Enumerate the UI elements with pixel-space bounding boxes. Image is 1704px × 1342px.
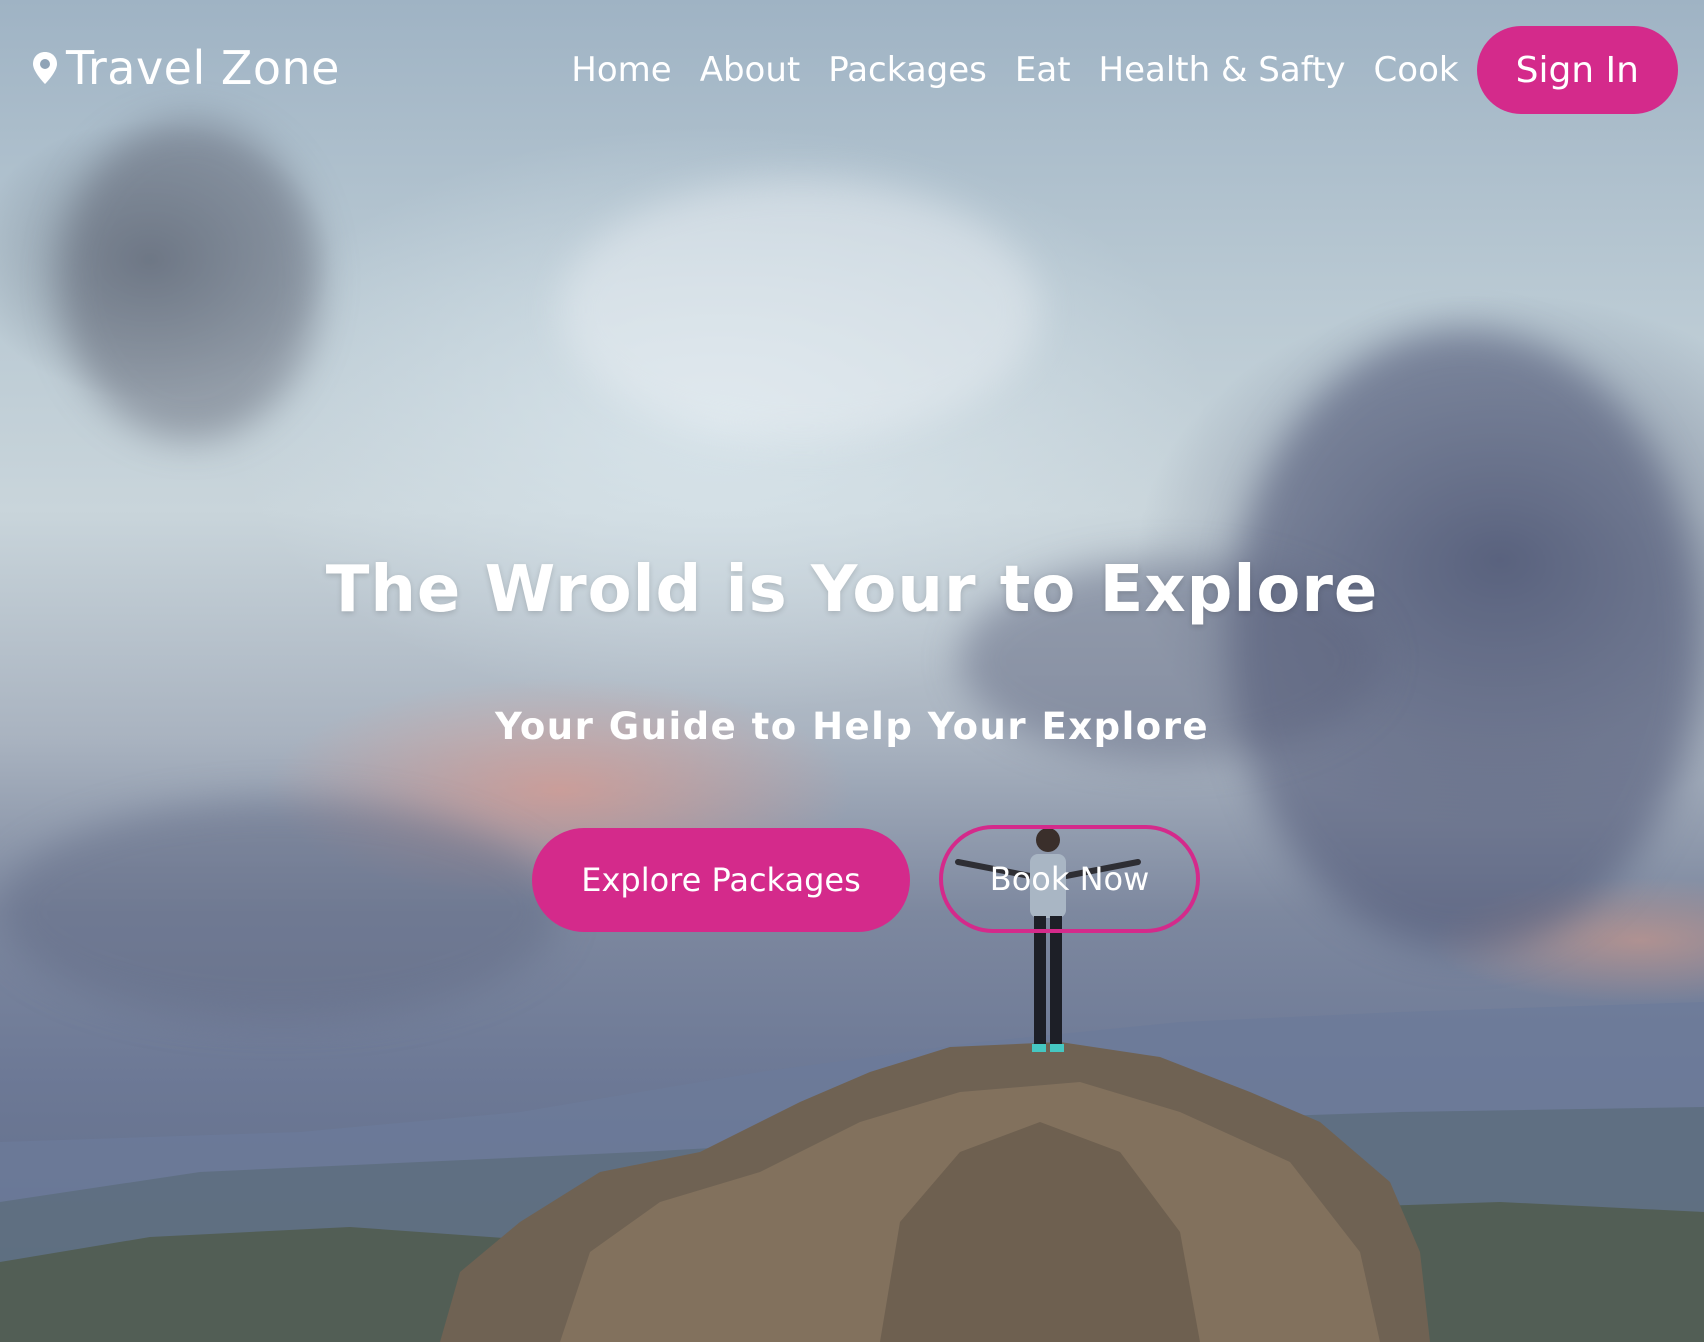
background-cloud [60, 120, 320, 440]
map-pin-icon [33, 52, 57, 84]
background-cloud [560, 180, 1040, 440]
nav-item-about[interactable]: About [700, 50, 801, 90]
hero-section: Travel Zone Home About Packages Eat Heal… [0, 0, 1704, 1342]
nav-item-packages[interactable]: Packages [828, 50, 987, 90]
nav-links: Home About Packages Eat Health & Safty C… [571, 26, 1678, 114]
nav-item-cook[interactable]: Cook [1374, 50, 1459, 90]
nav-item-eat[interactable]: Eat [1015, 50, 1071, 90]
top-navigation: Travel Zone Home About Packages Eat Heal… [0, 26, 1704, 114]
brand-name: Travel Zone [66, 41, 340, 95]
nav-item-home[interactable]: Home [571, 50, 671, 90]
mountain-landscape [0, 1002, 1704, 1342]
book-now-button[interactable]: Book Now [939, 825, 1200, 933]
hero-headline: The Wrold is Your to Explore [325, 553, 1379, 627]
hero-subheadline: Your Guide to Help Your Explore [494, 705, 1210, 748]
brand-logo[interactable]: Travel Zone [32, 40, 340, 96]
nav-item-health-safety[interactable]: Health & Safty [1099, 50, 1346, 90]
sign-in-button[interactable]: Sign In [1476, 26, 1678, 114]
explore-packages-button[interactable]: Explore Packages [532, 828, 910, 932]
